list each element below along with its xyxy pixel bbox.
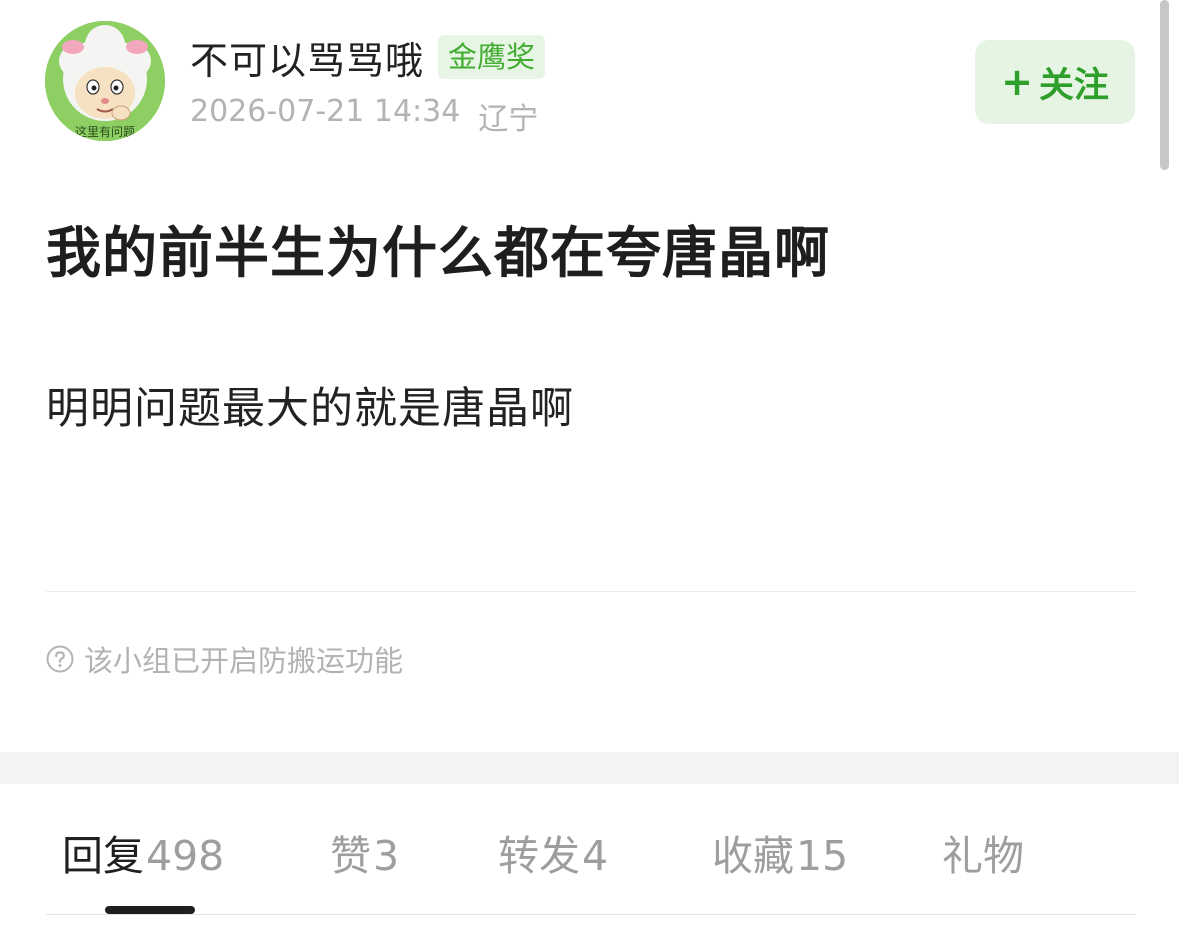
avatar[interactable]: 这里有问题 [45,21,165,141]
interaction-tabs: 回复498 赞3 转发4 收藏15 礼物 [0,800,1179,900]
post-title: 我的前半生为什么都在夸唐晶啊 [46,221,831,285]
tab-label: 礼物 [942,832,1024,880]
post-timestamp: 2026-07-21 14:34 [190,94,461,129]
tab-gifts[interactable]: 礼物 [942,822,1024,882]
tab-count: 4 [582,832,609,880]
tab-reposts[interactable]: 转发4 [498,822,608,882]
tab-count: 15 [796,832,849,880]
tab-label: 回复 [62,832,144,880]
post-location: 辽宁 [478,102,539,137]
anti-repost-notice: 该小组已开启防搬运功能 [46,638,403,680]
section-separator [0,752,1179,784]
author-row: 不可以骂骂哦 金鹰奖 [190,33,546,83]
active-tab-indicator [105,906,195,914]
tabs-divider [46,914,1136,915]
tab-count: 3 [373,832,400,880]
avatar-image: 这里有问题 [45,21,165,141]
award-badge[interactable]: 金鹰奖 [438,35,546,79]
tab-label: 转发 [498,832,580,880]
tab-replies[interactable]: 回复498 [62,822,224,882]
follow-label: 关注 [1038,65,1109,106]
avatar-caption: 这里有问题 [75,124,135,139]
content-divider [46,591,1136,592]
tab-favorites[interactable]: 收藏15 [712,822,848,882]
tab-label: 赞 [330,832,371,880]
scrollbar[interactable] [1160,0,1169,170]
tab-label: 收藏 [712,832,794,880]
plus-icon: + [1001,60,1033,104]
notice-text: 该小组已开启防搬运功能 [84,644,404,678]
post-meta: 2026-07-21 14:34 辽宁 [190,94,538,138]
post-detail-page: 这里有问题 不可以骂骂哦 金鹰奖 2026-07-21 14:34 辽宁 + 关… [0,0,1179,952]
tab-count: 498 [146,832,225,880]
question-circle-icon[interactable] [46,645,74,673]
follow-button[interactable]: + 关注 [975,40,1135,124]
tab-likes[interactable]: 赞3 [330,822,399,882]
author-name[interactable]: 不可以骂骂哦 [190,30,424,85]
post-body: 明明问题最大的就是唐晶啊 [46,384,574,434]
